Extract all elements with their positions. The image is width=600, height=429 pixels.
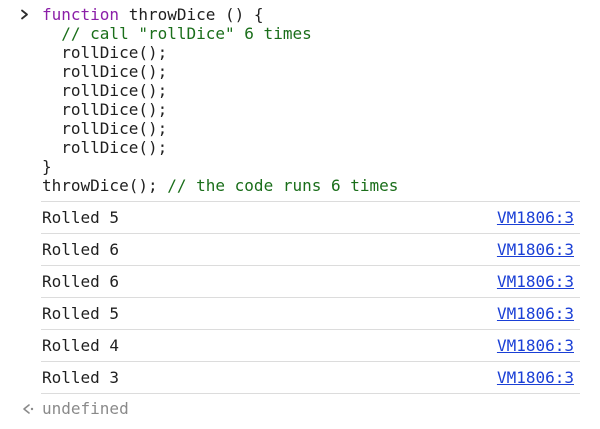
code-comment: // call "rollDice" 6 times — [42, 24, 312, 43]
code-text: rollDice(); — [42, 100, 168, 119]
log-message: Rolled 6 — [42, 240, 120, 259]
source-link[interactable]: VM1806:3 — [497, 362, 574, 393]
return-arrow-icon — [20, 398, 36, 420]
console-log-row: Rolled 4 VM1806:3 — [41, 330, 580, 362]
code-text: rollDice(); — [42, 62, 168, 81]
console-input-block: function throwDice () { // call "rollDic… — [0, 5, 600, 195]
log-message: Rolled 5 — [42, 304, 120, 323]
code-text: rollDice(); — [42, 138, 168, 157]
console-log-row: Rolled 5 VM1806:3 — [41, 298, 580, 330]
source-link[interactable]: VM1806:3 — [497, 266, 574, 297]
code-line: } — [0, 157, 600, 176]
source-link[interactable]: VM1806:3 — [497, 202, 574, 233]
log-message: Rolled 4 — [42, 336, 120, 355]
code-line: rollDice(); — [0, 138, 600, 157]
console-log-row: Rolled 6 VM1806:3 — [41, 234, 580, 266]
code-comment: // the code runs 6 times — [167, 176, 399, 195]
console-log-row: Rolled 5 VM1806:3 — [41, 201, 580, 234]
code-text: rollDice(); — [42, 81, 168, 100]
log-message: Rolled 5 — [42, 208, 120, 227]
code-line: rollDice(); — [0, 43, 600, 62]
code-keyword: function — [42, 5, 120, 24]
code-line: // call "rollDice" 6 times — [0, 24, 600, 43]
code-line: throwDice(); // the code runs 6 times — [0, 176, 600, 195]
code-text: } — [42, 157, 52, 176]
log-message: Rolled 3 — [42, 368, 120, 387]
code-text: rollDice(); — [42, 119, 168, 138]
console-log-row: Rolled 3 VM1806:3 — [41, 362, 580, 394]
source-link[interactable]: VM1806:3 — [497, 234, 574, 265]
code-text: rollDice(); — [42, 43, 168, 62]
source-link[interactable]: VM1806:3 — [497, 330, 574, 361]
chevron-right-icon — [20, 5, 34, 24]
code-line: rollDice(); — [0, 62, 600, 81]
devtools-console: function throwDice () { // call "rollDic… — [0, 0, 600, 429]
code-line: function throwDice () { — [0, 5, 600, 24]
code-line: rollDice(); — [0, 81, 600, 100]
code-text: throwDice(); — [42, 176, 168, 195]
console-result-row: undefined — [0, 398, 600, 420]
log-message: Rolled 6 — [42, 272, 120, 291]
source-link[interactable]: VM1806:3 — [497, 298, 574, 329]
code-line: rollDice(); — [0, 100, 600, 119]
code-line: rollDice(); — [0, 119, 600, 138]
console-log-row: Rolled 6 VM1806:3 — [41, 266, 580, 298]
console-log-list: Rolled 5 VM1806:3 Rolled 6 VM1806:3 Rolled 6… — [41, 201, 580, 394]
result-value: undefined — [42, 399, 129, 418]
code-text: throwDice () { — [119, 5, 264, 24]
